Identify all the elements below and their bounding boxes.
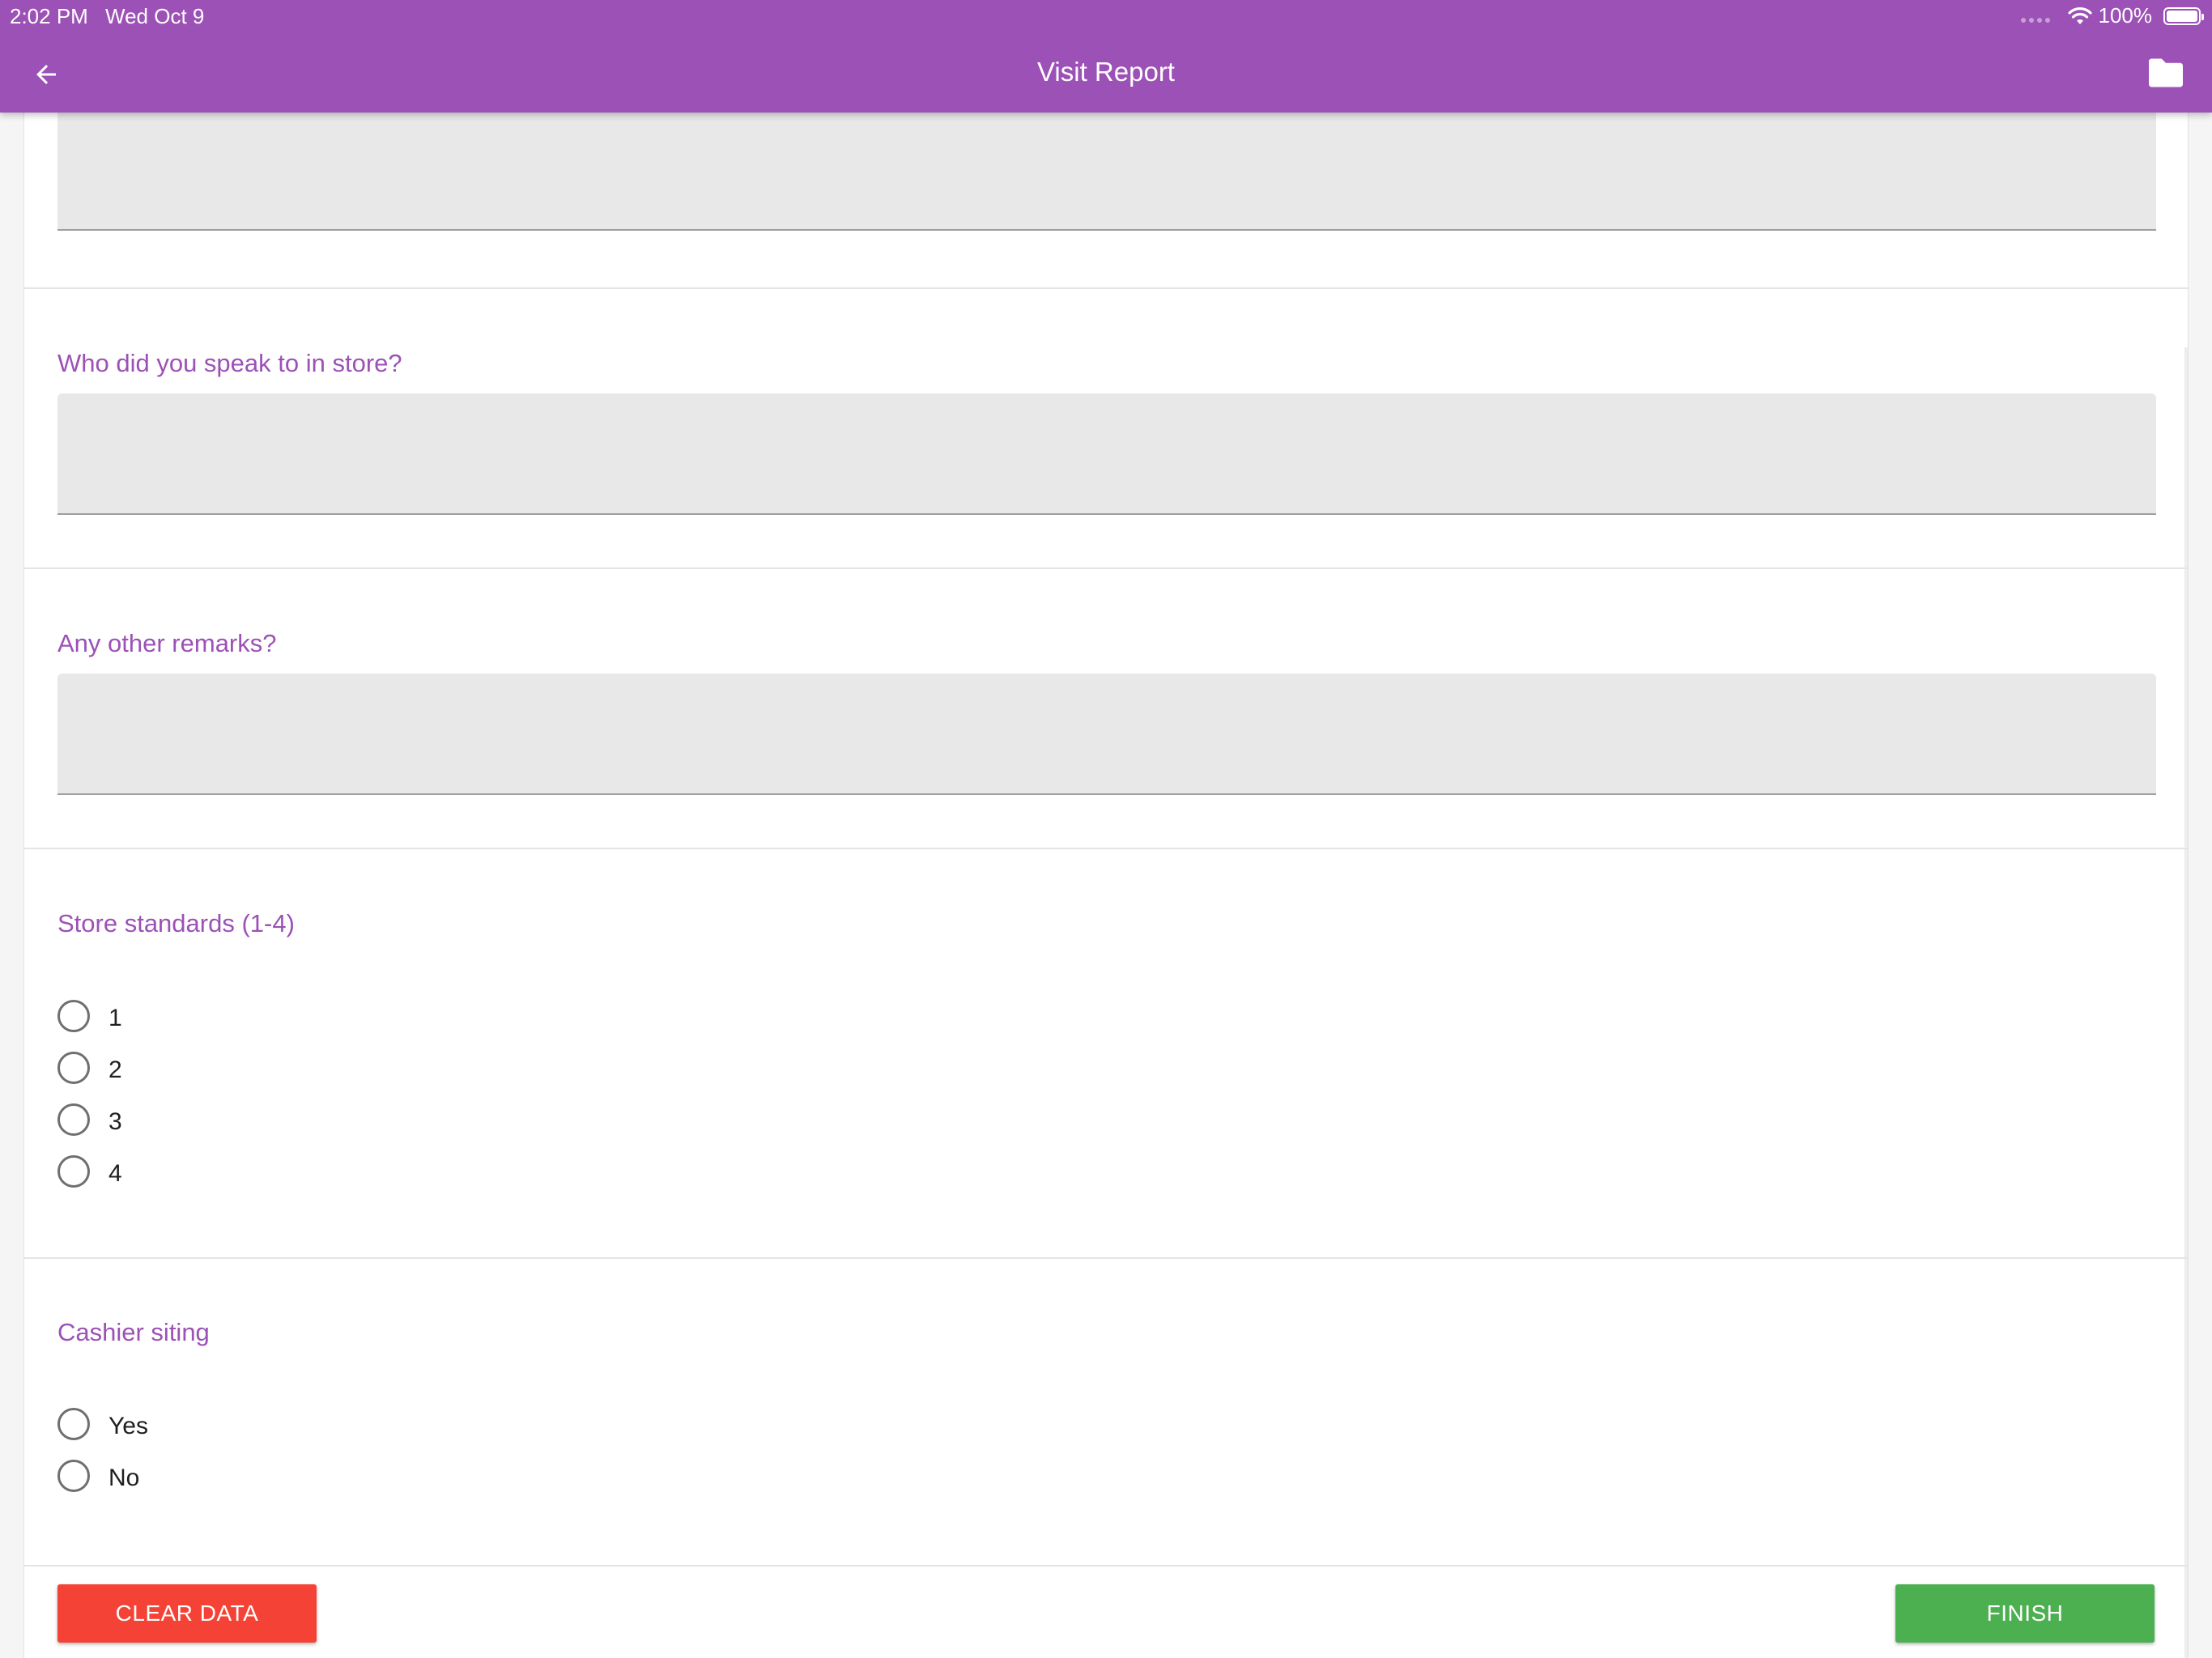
clear-data-button[interactable]: CLEAR DATA [57, 1584, 317, 1643]
radio-label: 2 [108, 1056, 122, 1083]
page-title: Visit Report [1037, 57, 1175, 87]
radio-option-no[interactable]: No [57, 1457, 139, 1494]
radio-button[interactable] [57, 1460, 90, 1492]
cellular-signal-icon [2020, 17, 2050, 23]
form-section-cashier-siting: Cashier siting Yes No [24, 1259, 2188, 1567]
status-time: 2:02 PM [10, 4, 88, 28]
folder-button[interactable] [2146, 55, 2186, 91]
folder-icon [2149, 58, 2183, 87]
spoke-to-field[interactable] [57, 393, 2156, 515]
question-label: Who did you speak to in store? [57, 349, 402, 377]
status-indicators: 100% [2020, 3, 2204, 28]
radio-option-1[interactable]: 1 [57, 997, 122, 1035]
radio-button[interactable] [57, 1155, 90, 1188]
radio-option-yes[interactable]: Yes [57, 1405, 148, 1443]
radio-label: 4 [108, 1160, 122, 1187]
battery-icon [2163, 6, 2204, 25]
radio-option-3[interactable]: 3 [57, 1101, 122, 1138]
form-card: Who did you speak to in store? Any other… [23, 108, 2189, 1658]
status-date: Wed Oct 9 [105, 4, 205, 28]
form-section-remarks: Any other remarks? [24, 569, 2188, 849]
radio-option-2[interactable]: 2 [57, 1049, 122, 1086]
radio-button[interactable] [57, 1000, 90, 1032]
radio-option-4[interactable]: 4 [57, 1153, 122, 1190]
app-bar: Visit Report [0, 32, 2212, 113]
wifi-icon [2067, 6, 2092, 24]
radio-button[interactable] [57, 1103, 90, 1136]
remarks-field[interactable] [57, 674, 2156, 795]
finish-button[interactable]: FINISH [1895, 1584, 2155, 1643]
form-section-spoke-to: Who did you speak to in store? [24, 289, 2188, 569]
previous-answer-field[interactable] [57, 108, 2156, 231]
radio-label: 1 [108, 1005, 122, 1031]
top-bar: 2:02 PM Wed Oct 9 100% Visit Report [0, 0, 2212, 113]
radio-label: 3 [108, 1108, 122, 1135]
radio-label: Yes [108, 1413, 148, 1439]
question-label: Cashier siting [57, 1318, 210, 1346]
status-bar: 2:02 PM Wed Oct 9 100% [0, 0, 2212, 32]
question-label: Any other remarks? [57, 629, 277, 657]
battery-percentage: 100% [2098, 3, 2153, 28]
radio-button[interactable] [57, 1052, 90, 1084]
form-section-previous [24, 108, 2188, 289]
radio-label: No [108, 1465, 140, 1491]
form-section-store-standards: Store standards (1-4) 1 2 3 4 [24, 849, 2188, 1259]
radio-button[interactable] [57, 1408, 90, 1440]
question-label: Store standards (1-4) [57, 909, 295, 937]
